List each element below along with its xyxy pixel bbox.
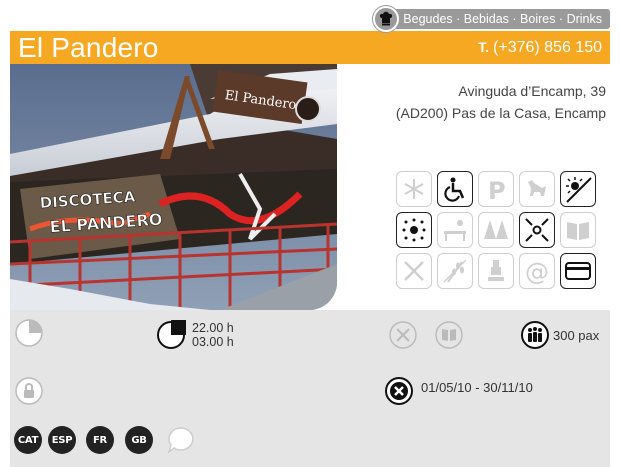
category-label: Begudes · Bebidas · Boires · Drinks bbox=[389, 9, 610, 29]
opening-hours: 22.00 h 03.00 h bbox=[192, 321, 234, 349]
info-panel: 22.00 h 03.00 h 300 pax 01/05/10 - 30/11… bbox=[10, 310, 610, 467]
address: Avinguda d’Encamp, 39 (AD200) Pas de la … bbox=[396, 80, 606, 124]
no-smoking-sun-icon bbox=[560, 171, 596, 207]
speech-bubble-icon bbox=[167, 427, 194, 455]
cutlery-icon bbox=[396, 253, 432, 289]
language-badge-fr: FR bbox=[86, 426, 114, 454]
venue-photo: El Pandero DISCOTECA EL PANDERO bbox=[10, 64, 337, 310]
people-capacity-icon bbox=[521, 321, 549, 349]
parking-icon: P bbox=[478, 171, 514, 207]
closed-period: 01/05/10 - 30/11/10 bbox=[421, 380, 533, 395]
wheelchair-icon bbox=[437, 171, 473, 207]
cook-icon bbox=[478, 253, 514, 289]
language-badge-gb: GB bbox=[125, 426, 153, 454]
book-icon bbox=[560, 212, 596, 248]
amenities-grid: P @ bbox=[396, 171, 596, 289]
clock-quarter-icon bbox=[15, 319, 43, 347]
venue-name: El Pandero bbox=[18, 31, 159, 63]
closed-x-icon bbox=[385, 377, 413, 405]
terrace-icon bbox=[437, 212, 473, 248]
listing-card: Begudes · Bebidas · Boires · Drinks El P… bbox=[0, 0, 620, 467]
capacity: 300 pax bbox=[553, 328, 600, 343]
language-badge-esp: ESP bbox=[48, 426, 76, 454]
hours-open: 22.00 h bbox=[192, 321, 234, 335]
clock-threequarter-icon bbox=[157, 320, 186, 349]
hours-close: 03.00 h bbox=[192, 335, 234, 349]
credit-card-icon bbox=[560, 253, 596, 289]
trees-icon bbox=[478, 212, 514, 248]
title-bar: El Pandero T. (+376) 856 150 bbox=[10, 31, 610, 64]
svg-text:@: @ bbox=[525, 258, 549, 286]
dog-icon bbox=[519, 171, 555, 207]
address-line1: Avinguda d’Encamp, 39 bbox=[458, 83, 606, 99]
lock-icon bbox=[15, 377, 43, 405]
snowflake-icon bbox=[396, 171, 432, 207]
svg-text:P: P bbox=[488, 177, 506, 204]
no-cutlery-icon bbox=[389, 321, 417, 349]
language-badge-cat: CAT bbox=[14, 426, 42, 454]
phone-prefix: T. bbox=[478, 38, 490, 55]
category-tag: Begudes · Bebidas · Boires · Drinks bbox=[373, 6, 610, 32]
expand-arrows-icon bbox=[519, 212, 555, 248]
address-line2: (AD200) Pas de la Casa, Encamp bbox=[395, 105, 606, 121]
sun-dots-icon bbox=[396, 212, 432, 248]
phone-number: T. (+376) 856 150 bbox=[478, 39, 602, 57]
at-icon: @ bbox=[519, 253, 555, 289]
phone-value: (+376) 856 150 bbox=[493, 38, 602, 56]
wheat-icon bbox=[437, 253, 473, 289]
no-book-icon bbox=[435, 321, 463, 349]
